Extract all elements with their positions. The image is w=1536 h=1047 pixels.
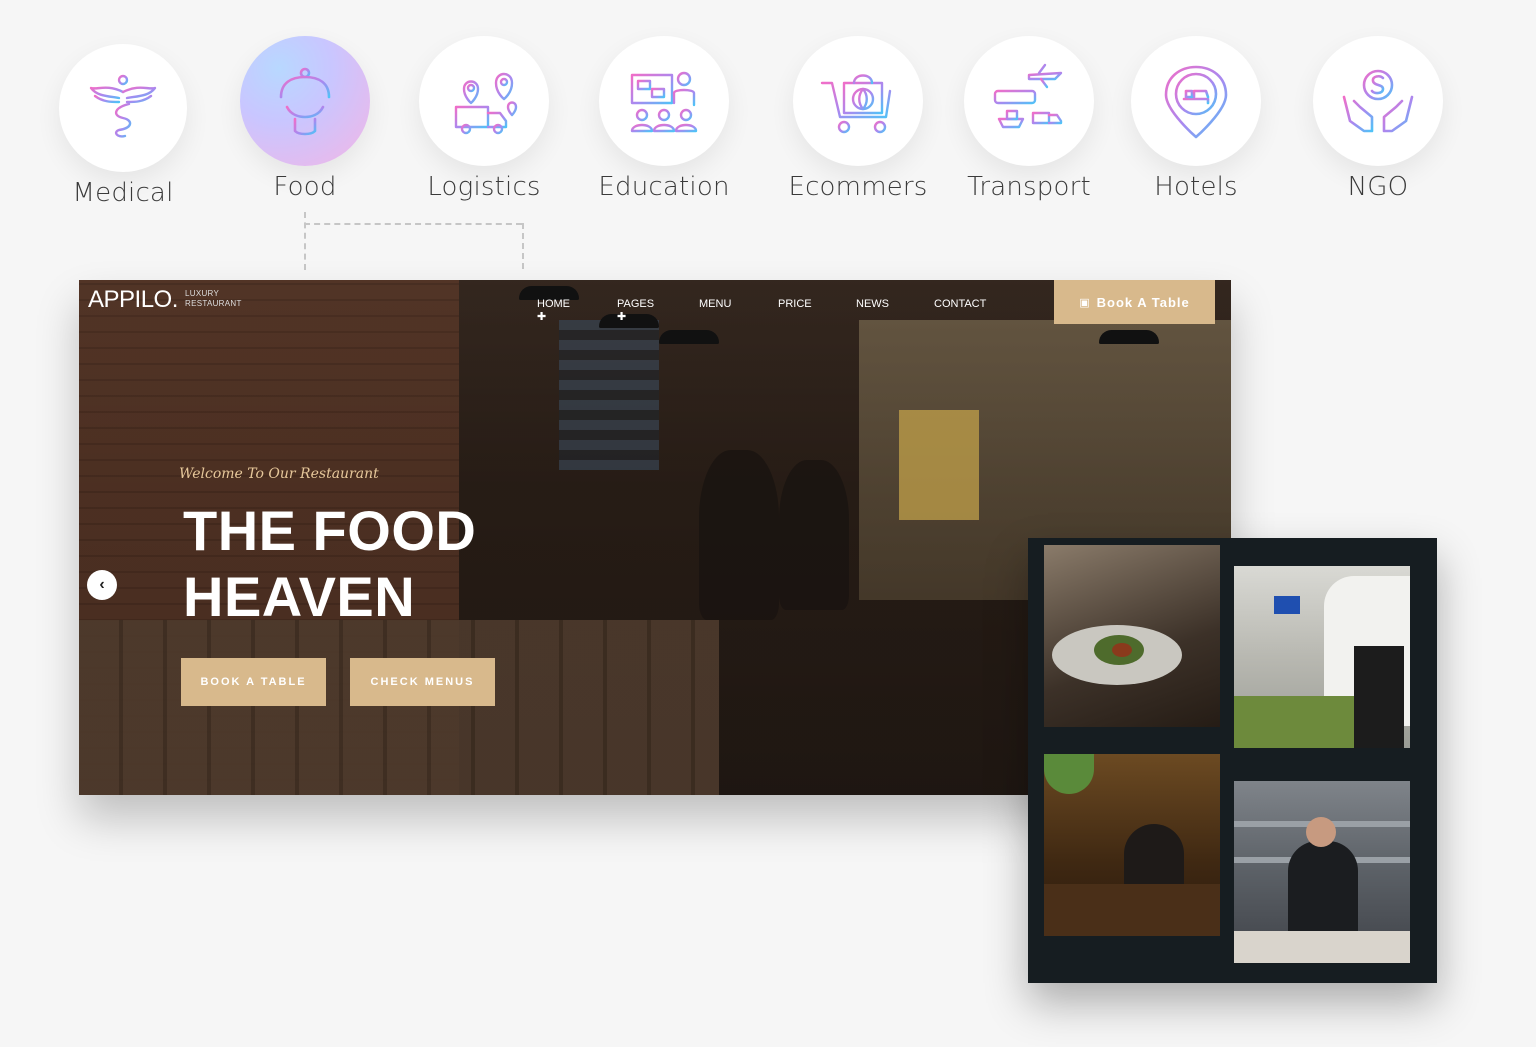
category-education-circle — [599, 36, 729, 166]
category-ecommers[interactable]: Ecommers — [770, 36, 946, 202]
pendant-lamp — [1099, 330, 1159, 344]
category-education[interactable]: Education — [589, 36, 739, 202]
category-ngo[interactable]: NGO — [1303, 36, 1453, 202]
hotel-bed-pin-icon — [1164, 65, 1228, 139]
category-transport[interactable]: Transport — [954, 36, 1104, 202]
welcome-tagline: Welcome To Our Restaurant — [179, 466, 379, 482]
category-label: Education — [598, 172, 730, 202]
category-ecommers-circle — [793, 36, 923, 166]
transport-plane-train-ship-icon — [993, 63, 1063, 129]
category-label: Hotels — [1154, 172, 1238, 202]
stairs-bg — [559, 320, 659, 470]
logo-sub-line-2: RESTAURANT — [185, 299, 242, 308]
logo-sub-line-1: LUXURY — [185, 289, 220, 298]
nav-menu[interactable]: MENU — [699, 298, 731, 310]
book-a-table-button[interactable]: BOOK A TABLE — [181, 658, 326, 706]
photo-gallery-panel — [1028, 538, 1437, 983]
ngo-hands-dollar-icon — [1342, 69, 1414, 133]
food-cloche-icon — [273, 67, 337, 136]
headline-line-2: HEAVEN — [183, 565, 416, 628]
diner-silhouette — [699, 450, 779, 620]
category-label: NGO — [1347, 172, 1409, 202]
food-connector-line — [304, 212, 524, 270]
category-food-circle — [240, 36, 370, 166]
calendar-icon: ▣ — [1079, 296, 1091, 309]
nav-home[interactable]: HOME ✚ — [537, 298, 570, 323]
book-top-label: Book A Table — [1096, 294, 1190, 310]
education-classroom-icon — [630, 71, 698, 133]
nav-news[interactable]: NEWS — [856, 298, 889, 310]
category-logistics-circle — [419, 36, 549, 166]
category-label: Medical — [72, 178, 174, 208]
headline-line-1: THE FOOD — [183, 499, 477, 562]
site-logo[interactable]: APPILO. — [88, 286, 178, 314]
diner-silhouette — [779, 460, 849, 610]
back-window-bg — [899, 410, 979, 520]
category-hotels-circle — [1131, 36, 1261, 166]
category-ngo-circle — [1313, 36, 1443, 166]
gallery-photo-chef-cooking[interactable] — [1234, 781, 1410, 963]
category-label: Transport — [967, 172, 1091, 202]
logistics-truck-map-icon — [454, 72, 518, 135]
ecommerce-cart-icon — [820, 74, 892, 134]
nav-contact[interactable]: CONTACT — [934, 298, 986, 310]
slider-prev-arrow-icon[interactable]: ‹ — [87, 570, 117, 600]
hero-headline: THE FOOD HEAVEN — [183, 498, 476, 630]
medical-caduceus-icon — [89, 74, 157, 144]
category-medical[interactable]: Medical — [48, 44, 198, 208]
category-label: Food — [273, 172, 337, 202]
check-menus-button[interactable]: CHECK MENUS — [350, 658, 495, 706]
category-medical-circle — [59, 44, 187, 172]
category-transport-circle — [964, 36, 1094, 166]
nav-pages[interactable]: PAGES ✚ — [617, 298, 654, 323]
category-label: Ecommers — [788, 172, 928, 202]
category-hotels[interactable]: Hotels — [1121, 36, 1271, 202]
pendant-lamp — [659, 330, 719, 344]
gallery-photo-plated-dish[interactable] — [1044, 545, 1220, 727]
category-label: Logistics — [427, 172, 541, 202]
gallery-photo-kitchen-counter[interactable] — [1044, 754, 1220, 936]
site-logo-subtitle: LUXURY RESTAURANT — [185, 289, 242, 309]
nav-price[interactable]: PRICE — [778, 298, 812, 310]
book-a-table-top-button[interactable]: ▣ Book A Table — [1054, 280, 1215, 324]
category-food[interactable]: Food — [230, 36, 380, 202]
wooden-counter-bg — [79, 620, 719, 795]
category-logistics[interactable]: Logistics — [409, 36, 559, 202]
gallery-photo-chef-seasoning[interactable] — [1234, 566, 1410, 748]
